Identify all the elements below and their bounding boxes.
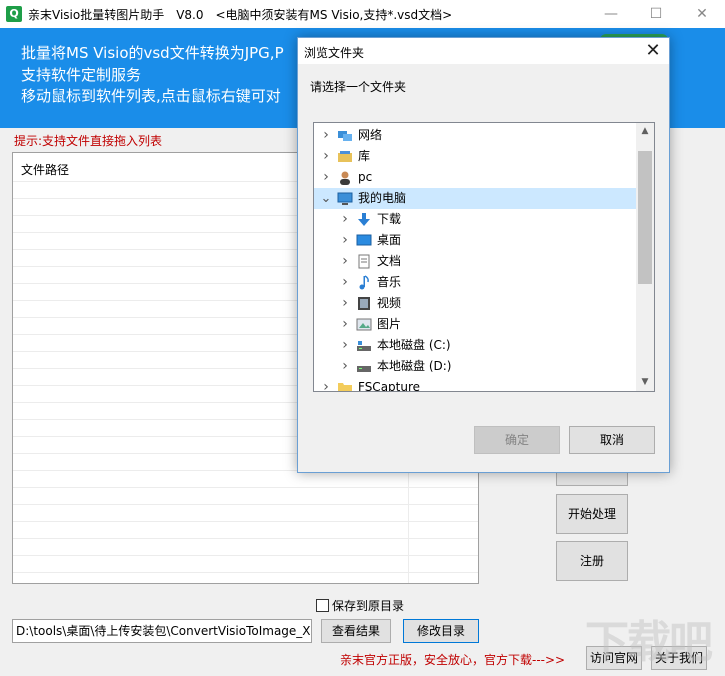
tree-item[interactable]: › 下载 bbox=[314, 209, 636, 230]
tree-item[interactable]: › 本地磁盘 (D:) bbox=[314, 356, 636, 377]
tree-item[interactable]: › 图片 bbox=[314, 314, 636, 335]
chevron-right-icon[interactable]: › bbox=[339, 293, 351, 314]
chevron-right-icon[interactable]: › bbox=[339, 356, 351, 377]
chevron-right-icon[interactable]: › bbox=[339, 314, 351, 335]
folder-icon bbox=[337, 380, 353, 391]
tree-item[interactable]: › 视频 bbox=[314, 293, 636, 314]
banner-line-3: 移动鼠标到软件列表,点击鼠标右键可对 bbox=[21, 87, 281, 105]
tree-item[interactable]: › 文档 bbox=[314, 251, 636, 272]
tree-item-label: pc bbox=[358, 170, 373, 184]
chevron-right-icon[interactable]: › bbox=[339, 251, 351, 272]
banner-line-2: 支持软件定制服务 bbox=[21, 66, 142, 84]
dialog-prompt: 请选择一个文件夹 bbox=[310, 80, 407, 94]
tree-item-label: 我的电脑 bbox=[358, 191, 407, 205]
app-title: 亲末Visio批量转图片助手 V8.0 <电脑中须安装有MS Visio,支持*… bbox=[28, 8, 453, 22]
tree-item[interactable]: › 音乐 bbox=[314, 272, 636, 293]
library-icon bbox=[337, 149, 353, 164]
save-to-original-checkbox[interactable] bbox=[316, 599, 329, 612]
user-icon bbox=[337, 170, 353, 185]
chevron-right-icon[interactable]: › bbox=[339, 230, 351, 251]
banner-line-1: 批量将MS Visio的vsd文件转换为JPG,P bbox=[21, 44, 284, 62]
start-processing-button[interactable]: 开始处理 bbox=[556, 494, 628, 534]
tree-item[interactable]: › 桌面 bbox=[314, 230, 636, 251]
list-row-line bbox=[13, 555, 478, 556]
app-icon: Q bbox=[6, 6, 22, 22]
column-header-file-path: 文件路径 bbox=[21, 163, 70, 177]
tree-scrollbar[interactable]: ▲ ▼ bbox=[636, 123, 654, 391]
footer-promo-text: 亲末官方正版，安全放心，官方下载--->> bbox=[340, 653, 566, 667]
chevron-right-icon[interactable]: › bbox=[339, 209, 351, 230]
browse-folder-dialog: 浏览文件夹 ✕ 请选择一个文件夹 › 网络 › 库 › pc ⌄ 我的电脑 › 下载 › 桌面 › 文档 ›… bbox=[297, 37, 670, 473]
tree-item-label: 本地磁盘 (D:) bbox=[377, 359, 452, 373]
view-results-button[interactable]: 查看结果 bbox=[321, 619, 391, 643]
dialog-close-icon[interactable]: ✕ bbox=[640, 39, 666, 63]
list-row-line bbox=[13, 572, 478, 573]
list-row-line bbox=[13, 487, 478, 488]
cancel-button[interactable]: 取消 bbox=[569, 426, 655, 454]
minimize-button[interactable]: — bbox=[588, 0, 634, 28]
tree-item[interactable]: › pc bbox=[314, 167, 636, 188]
folder-tree[interactable]: › 网络 › 库 › pc ⌄ 我的电脑 › 下载 › 桌面 › 文档 › 音乐 › 视频 › 图片 › 本地磁盘 (C:… bbox=[313, 122, 655, 392]
close-button[interactable]: ✕ bbox=[679, 0, 725, 28]
register-button[interactable]: 注册 bbox=[556, 541, 628, 581]
chevron-right-icon[interactable]: › bbox=[339, 272, 351, 293]
network-icon bbox=[337, 128, 353, 143]
tree-item-label: 桌面 bbox=[377, 233, 402, 247]
list-row-line bbox=[13, 504, 478, 505]
tree-item-label: 音乐 bbox=[377, 275, 402, 289]
list-row-line bbox=[13, 521, 478, 522]
tree-item[interactable]: ⌄ 我的电脑 bbox=[314, 188, 636, 209]
save-to-original-label: 保存到原目录 bbox=[332, 599, 405, 613]
change-directory-button[interactable]: 修改目录 bbox=[403, 619, 479, 643]
tree-item-label: 网络 bbox=[358, 128, 383, 142]
tree-item-label: 图片 bbox=[377, 317, 402, 331]
tree-item-label: 视频 bbox=[377, 296, 402, 310]
drag-hint: 提示:支持文件直接拖入列表 bbox=[14, 134, 163, 148]
save-to-original-option[interactable]: 保存到原目录 bbox=[316, 597, 404, 614]
watermark: 下载吧 bbox=[585, 617, 713, 668]
download-icon bbox=[356, 212, 372, 227]
chevron-down-icon[interactable]: ⌄ bbox=[320, 188, 332, 209]
tree-item[interactable]: › 本地磁盘 (C:) bbox=[314, 335, 636, 356]
drive-c-icon bbox=[356, 338, 372, 353]
scroll-down-icon[interactable]: ▼ bbox=[636, 374, 654, 391]
video-icon bbox=[356, 296, 372, 311]
main-title-bar: Q 亲末Visio批量转图片助手 V8.0 <电脑中须安装有MS Visio,支… bbox=[0, 0, 725, 28]
tree-item[interactable]: › 库 bbox=[314, 146, 636, 167]
drive-d-icon bbox=[356, 359, 372, 374]
tree-item[interactable]: › 网络 bbox=[314, 125, 636, 146]
chevron-right-icon[interactable]: › bbox=[320, 146, 332, 167]
computer-icon bbox=[337, 191, 353, 206]
document-icon bbox=[356, 254, 372, 269]
scroll-thumb[interactable] bbox=[638, 151, 652, 284]
maximize-button[interactable]: ☐ bbox=[633, 0, 679, 28]
tree-item-label: 下载 bbox=[377, 212, 402, 226]
list-row-line bbox=[13, 538, 478, 539]
desktop-icon bbox=[356, 233, 372, 248]
music-icon bbox=[356, 275, 372, 290]
tree-item-label: FSCapture bbox=[358, 380, 421, 392]
picture-icon bbox=[356, 317, 372, 332]
ok-button[interactable]: 确定 bbox=[474, 426, 560, 454]
chevron-right-icon[interactable]: › bbox=[320, 377, 332, 391]
scroll-up-icon[interactable]: ▲ bbox=[636, 123, 654, 140]
tree-item-label: 文档 bbox=[377, 254, 402, 268]
dialog-title: 浏览文件夹 bbox=[304, 46, 365, 60]
chevron-right-icon[interactable]: › bbox=[339, 335, 351, 356]
dialog-title-bar: 浏览文件夹 ✕ bbox=[298, 38, 669, 64]
chevron-right-icon[interactable]: › bbox=[320, 167, 332, 188]
tree-item-label: 本地磁盘 (C:) bbox=[377, 338, 451, 352]
chevron-right-icon[interactable]: › bbox=[320, 125, 332, 146]
tree-item-label: 库 bbox=[358, 149, 371, 163]
tree-item[interactable]: › FSCapture bbox=[314, 377, 636, 392]
output-path-input[interactable]: D:\tools\桌面\待上传安装包\ConvertVisioToImage_X… bbox=[12, 619, 312, 643]
